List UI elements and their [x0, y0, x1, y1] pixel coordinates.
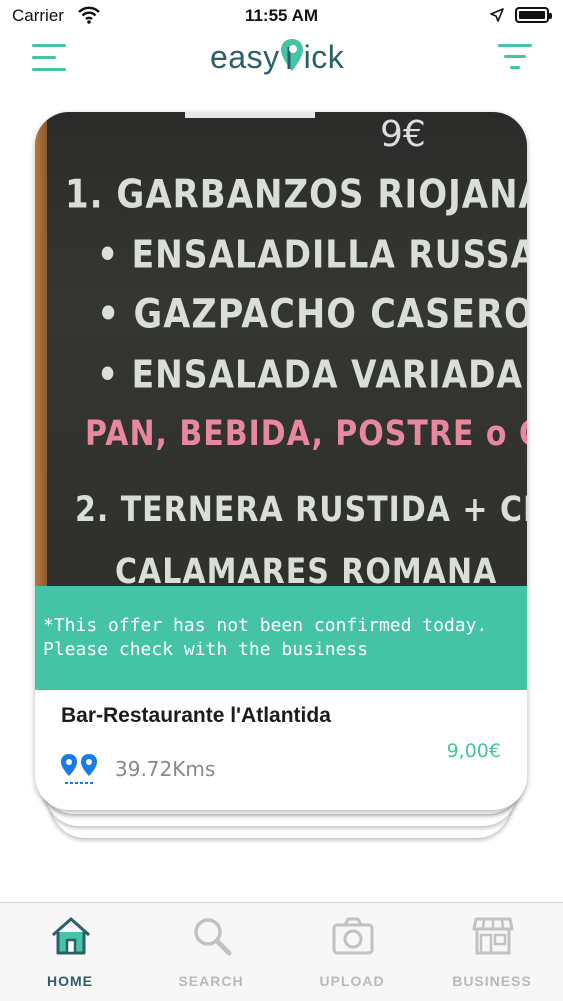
chalkboard-line: 2. TERNERA RUSTIDA + CHAMPIS: [75, 490, 527, 531]
camera-icon: [332, 917, 374, 955]
logo-text-right: ick: [303, 39, 345, 75]
bottom-tab-bar: HOME SEARCH UPLOAD BUSINESS: [0, 902, 563, 1001]
offer-card[interactable]: 9€ 1. GARBANZOS RIOJANA • ENSALADILLA RU…: [35, 112, 527, 810]
restaurant-name: Bar-Restaurante l'Atlantida: [61, 704, 331, 727]
hamburger-menu-icon[interactable]: [32, 44, 66, 72]
tab-search[interactable]: SEARCH: [141, 903, 281, 1001]
offer-price: 9,00€: [446, 740, 501, 762]
tab-home-label: HOME: [47, 973, 93, 989]
tab-home[interactable]: HOME: [0, 903, 140, 1001]
app-header: easy ick: [0, 32, 563, 92]
home-icon: [52, 917, 90, 955]
chalkboard-line: PAN, BEBIDA, POSTRE o CAFÉ...: [85, 414, 527, 455]
chalkboard-line: • GAZPACHO CASERO: [97, 292, 527, 338]
offer-photo: 9€ 1. GARBANZOS RIOJANA • ENSALADILLA RU…: [35, 112, 527, 592]
logo-pin-icon: [280, 39, 303, 71]
app-logo: easy ick: [210, 38, 344, 76]
tab-business-label: BUSINESS: [452, 973, 532, 989]
chalkboard-line: • ENSALADA VARIADA: [97, 352, 524, 397]
chalkboard-top-strip: [185, 112, 315, 118]
status-bar: Carrier 11:55 AM: [0, 0, 563, 32]
chalkboard-line: 1. GARBANZOS RIOJANA: [65, 172, 527, 218]
filter-icon[interactable]: [498, 44, 532, 72]
search-icon: [194, 918, 232, 956]
distance-label: 39.72Kms: [115, 757, 216, 781]
store-icon: [472, 917, 514, 955]
notice-line-1: *This offer has not been confirmed today…: [43, 615, 488, 636]
logo-text-left: easy: [210, 39, 280, 75]
chalkboard-price: 9€: [380, 114, 426, 155]
tab-upload[interactable]: UPLOAD: [282, 903, 422, 1001]
chalkboard-line: • ENSALADILLA RUSSA: [97, 232, 527, 277]
location-arrow-icon: [490, 8, 504, 22]
clock: 11:55 AM: [244, 6, 319, 25]
tab-upload-label: UPLOAD: [319, 973, 385, 989]
chalkboard-frame: [35, 112, 47, 586]
battery-icon: [515, 7, 552, 23]
tab-business[interactable]: BUSINESS: [422, 903, 562, 1001]
tab-search-label: SEARCH: [178, 973, 244, 989]
notice-line-2: Please check with the business: [43, 639, 369, 660]
map-pin-icon: [61, 754, 97, 784]
unconfirmed-offer-notice: *This offer has not been confirmed today…: [35, 586, 527, 690]
